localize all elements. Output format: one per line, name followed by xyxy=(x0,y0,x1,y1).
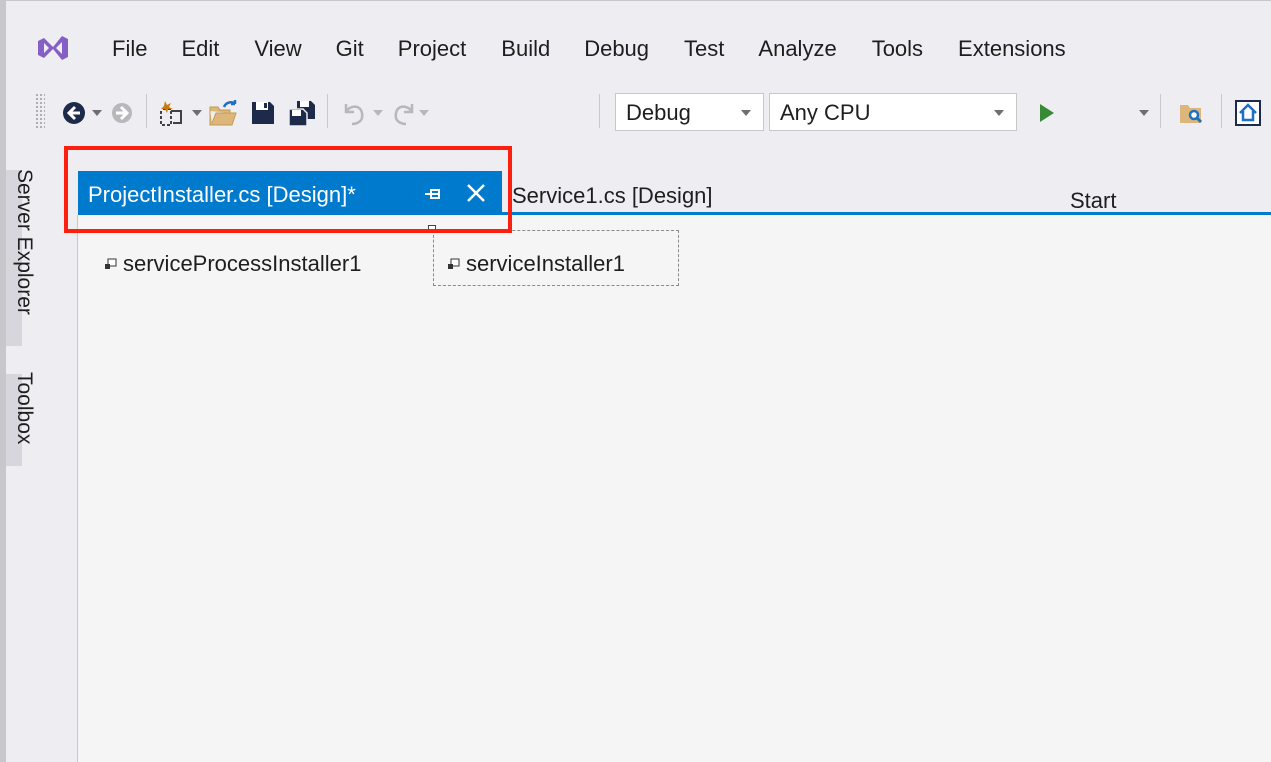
redo-dropdown[interactable] xyxy=(417,108,431,118)
menu-items: File Edit View Git Project Build Debug T… xyxy=(112,31,1066,67)
chevron-down-icon xyxy=(741,110,751,116)
open-file-icon xyxy=(209,100,237,126)
standard-toolbar: Debug Any CPU Start xyxy=(6,88,1271,213)
toolbar-grip[interactable] xyxy=(35,93,45,129)
home-icon xyxy=(1235,100,1261,126)
menu-bar: File Edit View Git Project Build Debug T… xyxy=(6,1,1271,89)
redo-icon xyxy=(394,104,414,126)
redo-button[interactable] xyxy=(389,100,419,126)
navigate-back-button[interactable] xyxy=(61,100,87,126)
save-button[interactable] xyxy=(249,100,277,126)
menu-build[interactable]: Build xyxy=(501,36,550,62)
chevron-down-icon xyxy=(419,110,429,116)
start-label: Start xyxy=(1070,188,1117,213)
find-in-files-button[interactable] xyxy=(1178,100,1206,126)
menu-analyze[interactable]: Analyze xyxy=(758,36,836,62)
menu-git[interactable]: Git xyxy=(336,36,364,62)
menu-test[interactable]: Test xyxy=(684,36,724,62)
component-icon xyxy=(105,258,117,269)
undo-button[interactable] xyxy=(339,100,369,126)
save-icon xyxy=(252,102,274,124)
navigate-back-icon xyxy=(63,102,85,124)
component-label: serviceInstaller1 xyxy=(466,251,625,276)
solution-configuration-combo[interactable]: Debug xyxy=(615,93,764,131)
toolbar-separator xyxy=(146,94,147,128)
menu-view[interactable]: View xyxy=(254,36,301,62)
navigate-forward-icon xyxy=(112,103,132,123)
menu-debug[interactable]: Debug xyxy=(584,36,649,62)
component-designer-surface[interactable] xyxy=(78,215,1271,762)
open-file-button[interactable] xyxy=(207,98,241,128)
toolbar-separator xyxy=(1160,94,1161,128)
solution-platform-combo[interactable]: Any CPU xyxy=(769,93,1017,131)
home-button[interactable] xyxy=(1234,100,1262,126)
toolbar-separator xyxy=(599,94,600,128)
start-debugging-button[interactable] xyxy=(1030,100,1140,126)
chevron-down-icon xyxy=(994,110,1004,116)
navigate-back-dropdown[interactable] xyxy=(90,108,104,118)
undo-icon xyxy=(344,104,364,126)
save-all-icon xyxy=(288,101,315,127)
find-in-files-icon xyxy=(1180,105,1203,124)
toolbar-separator xyxy=(1221,94,1222,128)
menu-extensions[interactable]: Extensions xyxy=(958,36,1066,62)
navigate-forward-button[interactable] xyxy=(110,101,134,125)
chevron-down-icon xyxy=(1139,110,1149,116)
new-project-icon xyxy=(160,101,182,126)
menu-edit[interactable]: Edit xyxy=(181,36,219,62)
undo-dropdown[interactable] xyxy=(371,108,385,118)
component-serviceprocessinstaller1[interactable]: serviceProcessInstaller1 xyxy=(104,251,361,277)
menu-project[interactable]: Project xyxy=(398,36,466,62)
new-project-dropdown[interactable] xyxy=(190,108,204,118)
toolbox-label[interactable]: Toolbox xyxy=(12,372,36,444)
menu-tools[interactable]: Tools xyxy=(872,36,923,62)
designer-left-border xyxy=(77,215,78,762)
toolbar-separator xyxy=(327,94,328,128)
server-explorer-label[interactable]: Server Explorer xyxy=(12,169,36,315)
component-icon xyxy=(448,258,460,269)
chevron-down-icon xyxy=(373,110,383,116)
chevron-down-icon xyxy=(92,110,102,116)
chevron-down-icon xyxy=(192,110,202,116)
new-project-button[interactable] xyxy=(156,98,188,128)
save-all-button[interactable] xyxy=(287,98,317,128)
tab-service1-design[interactable]: Service1.cs [Design] xyxy=(512,183,713,209)
annotation-highlight-box xyxy=(64,146,512,233)
component-label: serviceProcessInstaller1 xyxy=(123,251,362,276)
menu-file[interactable]: File xyxy=(112,36,147,62)
configuration-value: Debug xyxy=(626,100,691,125)
start-dropdown[interactable] xyxy=(1137,108,1151,118)
visual-studio-logo-icon[interactable] xyxy=(36,33,70,63)
start-icon xyxy=(1040,104,1054,122)
component-serviceinstaller1[interactable]: serviceInstaller1 xyxy=(447,251,625,277)
platform-value: Any CPU xyxy=(780,100,871,125)
